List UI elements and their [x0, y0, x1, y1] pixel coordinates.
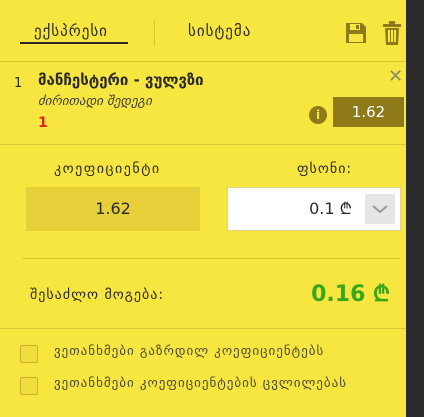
stake-input[interactable]: 0.1 ₾	[227, 187, 401, 231]
tab-divider	[154, 20, 155, 46]
betslip-panel: ექსპრესი სისტემა 1 მანჩესტერი - ვულვზი ძ…	[0, 0, 406, 417]
accept-increased-odds-checkbox[interactable]	[20, 345, 38, 363]
bet-item: 1 მანჩესტერი - ვულვზი ძირითადი შედეგი 1 …	[0, 62, 406, 144]
betslip-tabs: ექსპრესი სისტემა	[0, 0, 406, 62]
bet-pick: 1	[38, 115, 48, 131]
odds-label: კოეფიციენტი	[54, 161, 161, 177]
stake-section: კოეფიციენტი ფსონი: 1.62 0.1 ₾ შესაძლო მო…	[0, 145, 406, 328]
potential-win-value: 0.16 ₾	[311, 282, 390, 307]
stake-label: ფსონი:	[297, 161, 353, 177]
chevron-down-icon[interactable]	[365, 194, 395, 224]
bet-odd-badge: 1.62	[333, 97, 404, 127]
accept-odds-changes-label[interactable]: ვეთანხმები კოეფიციენტების ცვლილებას	[54, 376, 347, 391]
accept-odds-changes-checkbox[interactable]	[20, 377, 38, 395]
accept-increased-odds-label[interactable]: ვეთანხმები გაზრდილ კოეფიციენტებს	[54, 344, 324, 359]
section-separator	[22, 258, 400, 259]
bet-match-title: მანჩესტერი - ვულვზი	[38, 71, 204, 89]
stake-value[interactable]: 0.1 ₾	[309, 188, 352, 230]
tab-system[interactable]: სისტემა	[188, 16, 251, 46]
bet-market: ძირითადი შედეგი	[38, 94, 152, 109]
trash-icon[interactable]	[381, 20, 405, 46]
odds-value: 1.62	[26, 187, 200, 231]
close-icon[interactable]: ✕	[388, 66, 403, 87]
active-tab-underline	[20, 42, 128, 44]
options-separator	[0, 328, 406, 329]
info-icon[interactable]: i	[309, 106, 327, 124]
save-icon[interactable]	[344, 20, 368, 46]
bet-index: 1	[14, 76, 23, 91]
page-scrollbar[interactable]	[406, 0, 424, 417]
potential-win-label: შესაძლო მოგება:	[30, 287, 165, 303]
